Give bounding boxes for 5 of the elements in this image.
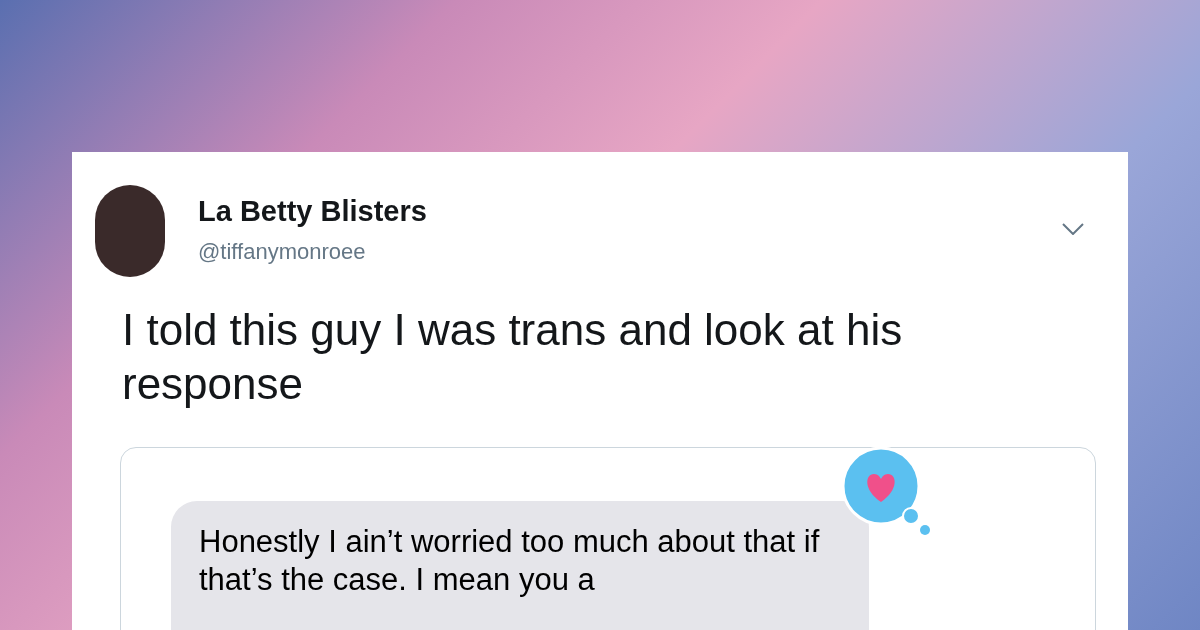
author-handle: @tiffanymonroee (198, 238, 367, 267)
author-name: La Betty Blisters (198, 194, 427, 229)
chevron-down-icon[interactable] (1062, 223, 1084, 235)
tweet-text: I told this guy I was trans and look at his response (122, 304, 904, 410)
message-bubble: Honestly I ain’t worried too much about that if that’s the case. I mean you a (171, 501, 869, 630)
